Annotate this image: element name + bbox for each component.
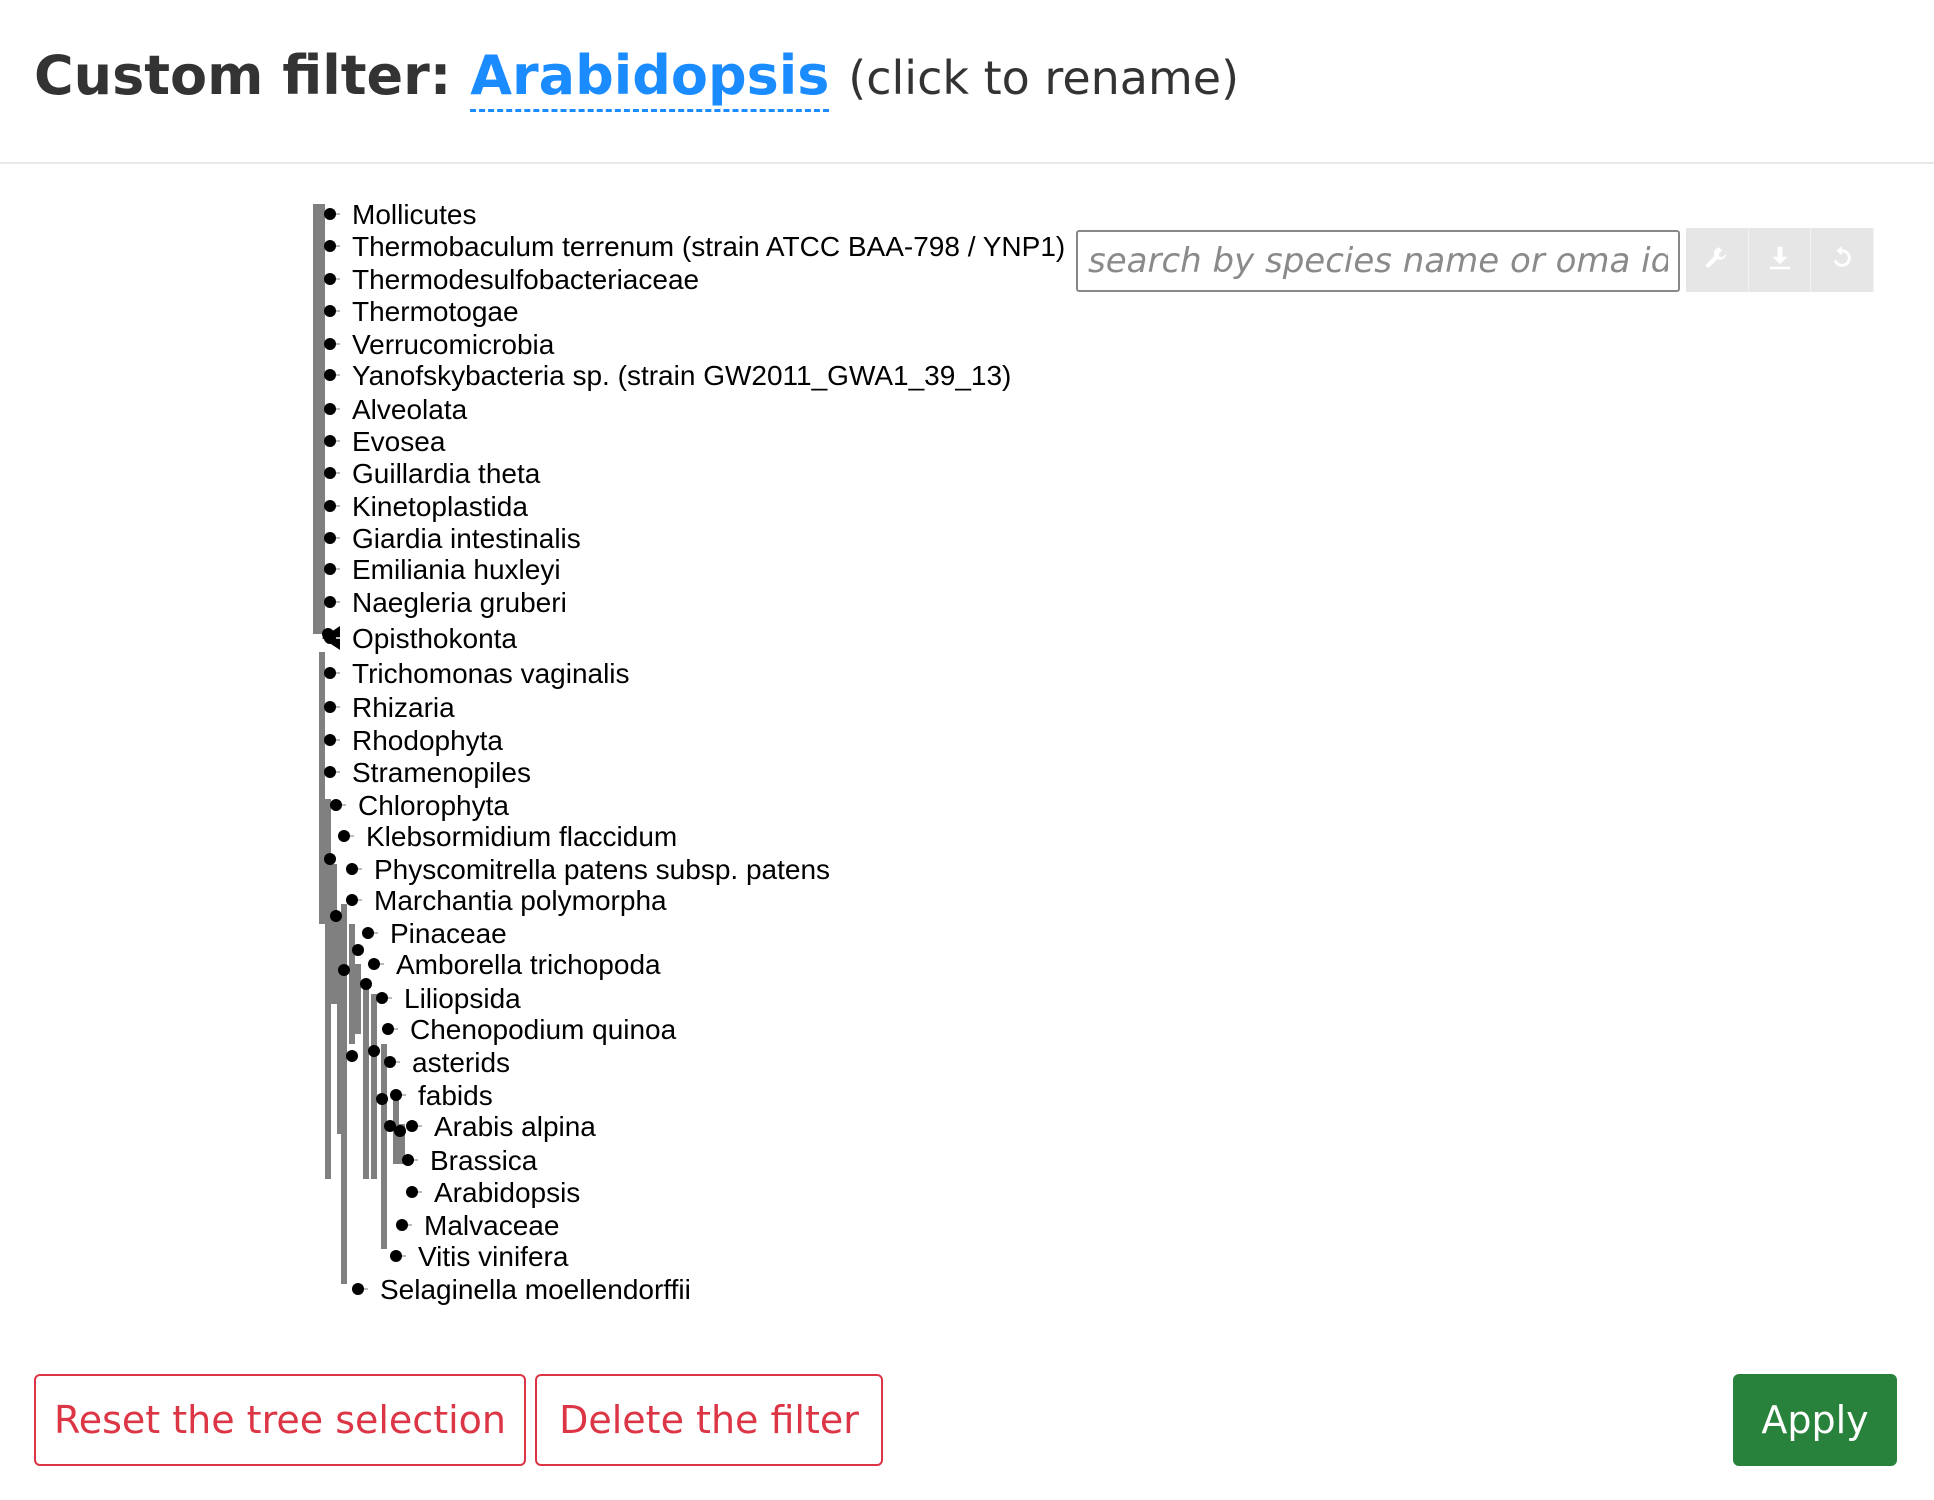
tree-leaf-label[interactable]: Rhodophyta [352, 725, 503, 756]
internal-node[interactable] [394, 1125, 406, 1137]
tree-toolbar [1686, 228, 1875, 292]
tree-leaf-label[interactable]: Kinetoplastida [352, 491, 528, 522]
tree-leaf-label[interactable]: Thermodesulfobacteriaceae [352, 264, 699, 295]
internal-node[interactable] [338, 964, 350, 976]
tree-leaf-label[interactable]: Guillardia theta [352, 458, 541, 489]
tree-leaf-label[interactable]: Evosea [352, 426, 446, 457]
page-title: Custom filter: Arabidopsis (click to ren… [34, 44, 1240, 112]
leaf-node[interactable] [324, 403, 336, 415]
leaf-node[interactable] [324, 667, 336, 679]
filter-name-link[interactable]: Arabidopsis [470, 44, 830, 112]
delete-filter-button[interactable]: Delete the filter [535, 1374, 883, 1466]
tree-leaf-label[interactable]: Vitis vinifera [418, 1241, 569, 1272]
leaf-node[interactable] [324, 369, 336, 381]
leaf-node[interactable] [324, 467, 336, 479]
tree-leaf-label[interactable]: Opisthokonta [352, 623, 517, 654]
tree-leaf-label[interactable]: Alveolata [352, 394, 468, 425]
leaf-node[interactable] [330, 799, 342, 811]
leaf-node[interactable] [402, 1154, 414, 1166]
leaf-node[interactable] [338, 830, 350, 842]
leaf-node[interactable] [324, 500, 336, 512]
tree-leaf-label[interactable]: Trichomonas vaginalis [352, 658, 630, 689]
internal-node[interactable] [376, 1093, 388, 1105]
leaf-node[interactable] [396, 1219, 408, 1231]
internal-node[interactable] [352, 944, 364, 956]
leaf-node[interactable] [406, 1120, 418, 1132]
internal-node[interactable] [368, 1045, 380, 1057]
leaf-node[interactable] [324, 273, 336, 285]
internal-node[interactable] [346, 1050, 358, 1062]
tree-leaf-label[interactable]: Rhizaria [352, 692, 455, 723]
leaf-node[interactable] [382, 1023, 394, 1035]
leaf-node[interactable] [324, 563, 336, 575]
leaf-node[interactable] [384, 1056, 396, 1068]
leaf-node[interactable] [324, 632, 336, 644]
tree-leaf-label[interactable]: Thermotogae [352, 296, 519, 327]
tree-leaf-label[interactable]: Brassica [430, 1145, 538, 1176]
tree-leaf-label[interactable]: Liliopsida [404, 983, 521, 1014]
leaf-node[interactable] [324, 701, 336, 713]
tree-leaf-label[interactable]: Emiliania huxleyi [352, 554, 561, 585]
species-search-input[interactable] [1076, 230, 1680, 292]
download-button[interactable] [1748, 228, 1812, 292]
page-header: Custom filter: Arabidopsis (click to ren… [0, 0, 1934, 164]
leaf-node[interactable] [324, 596, 336, 608]
tree-leaf-label[interactable]: Naegleria gruberi [352, 587, 567, 618]
leaf-node[interactable] [324, 532, 336, 544]
tree-leaf-label[interactable]: Yanofskybacteria sp. (strain GW2011_GWA1… [352, 360, 1011, 391]
tree-leaf-label[interactable]: Stramenopiles [352, 757, 531, 788]
leaf-node[interactable] [324, 240, 336, 252]
tree-leaf-label[interactable]: Mollicutes [352, 199, 476, 230]
tree-leaf-label[interactable]: Verrucomicrobia [352, 329, 555, 360]
internal-node[interactable] [324, 853, 336, 865]
leaf-node[interactable] [346, 863, 358, 875]
leaf-node[interactable] [376, 992, 388, 1004]
internal-node[interactable] [360, 978, 372, 990]
leaf-node[interactable] [390, 1250, 402, 1262]
leaf-node[interactable] [324, 208, 336, 220]
tree-leaf-label[interactable]: Pinaceae [390, 918, 507, 949]
tree-leaf-label[interactable]: Marchantia polymorpha [374, 885, 667, 916]
download-icon [1765, 243, 1795, 277]
tree-leaf-label[interactable]: Amborella trichopoda [396, 949, 661, 980]
tree-leaf-label[interactable]: asterids [412, 1047, 510, 1078]
species-tree[interactable]: MollicutesThermobaculum terrenum (strain… [0, 164, 1934, 1344]
title-prefix: Custom filter: [34, 44, 452, 107]
tree-leaf-label[interactable]: Chlorophyta [358, 790, 509, 821]
leaf-node[interactable] [346, 894, 358, 906]
tree-leaf-label[interactable]: Klebsormidium flaccidum [366, 821, 677, 852]
apply-button[interactable]: Apply [1733, 1374, 1897, 1466]
species-tree-panel: Mollicutes Thermobaculum terrenum (strain… [0, 164, 1934, 1344]
tree-leaf-label[interactable]: Malvaceae [424, 1210, 559, 1241]
reset-tree-selection-button[interactable]: Reset the tree selection [34, 1374, 526, 1466]
rename-hint: (click to rename) [848, 51, 1240, 105]
tree-leaf-label[interactable]: Giardia intestinalis [352, 523, 581, 554]
leaf-node[interactable] [406, 1186, 418, 1198]
tree-leaf-label[interactable]: fabids [418, 1080, 493, 1111]
leaf-node[interactable] [324, 734, 336, 746]
leaf-node[interactable] [390, 1089, 402, 1101]
leaf-node[interactable] [368, 958, 380, 970]
tree-leaf-label[interactable]: Arabis alpina [434, 1111, 596, 1142]
tree-leaf-label[interactable]: Chenopodium quinoa [410, 1014, 677, 1045]
internal-node[interactable] [330, 910, 342, 922]
reset-view-button[interactable] [1811, 228, 1875, 292]
leaf-node[interactable] [324, 338, 336, 350]
settings-button[interactable] [1686, 228, 1749, 292]
tree-leaf-label[interactable]: Thermobaculum terrenum (strain ATCC BAA-… [352, 231, 1065, 262]
tree-leaf-label[interactable]: Selaginella moellendorffii [380, 1274, 691, 1305]
leaf-node[interactable] [324, 305, 336, 317]
leaf-node[interactable] [362, 927, 374, 939]
leaf-node[interactable] [324, 435, 336, 447]
reset-icon [1827, 243, 1857, 277]
tree-leaf-label[interactable]: Physcomitrella patens subsp. patens [374, 854, 830, 885]
leaf-node[interactable] [324, 766, 336, 778]
tree-leaf-label[interactable]: Arabidopsis [434, 1177, 580, 1208]
leaf-node[interactable] [352, 1283, 364, 1295]
wrench-icon [1702, 243, 1732, 277]
